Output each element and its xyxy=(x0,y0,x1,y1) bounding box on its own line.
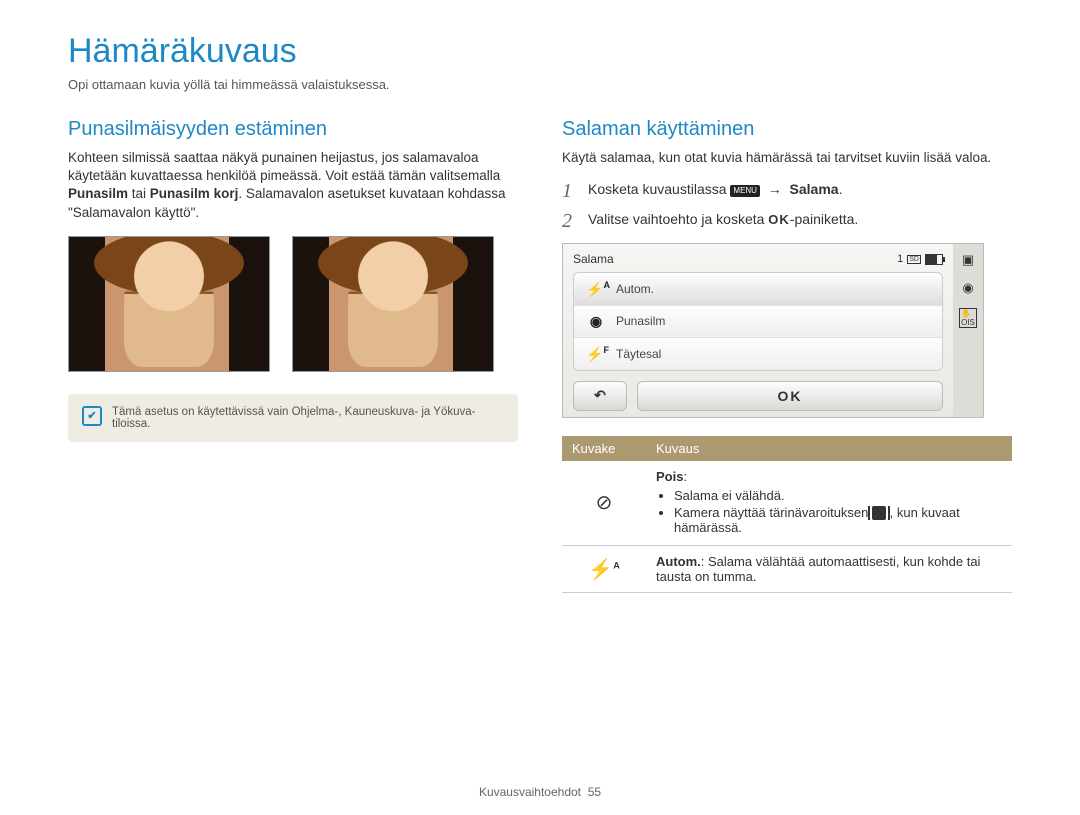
flash-option-redeye-label: Punasilm xyxy=(616,314,665,328)
flash-off-icon: ⊘ xyxy=(562,461,646,546)
page-subtitle: Opi ottamaan kuvia yöllä tai himmeässä v… xyxy=(68,77,1012,92)
camera-count: 1 xyxy=(897,253,903,265)
right-column: Salaman käyttäminen Käytä salamaa, kun o… xyxy=(562,118,1012,593)
step-1: 1 Kosketa kuvaustilassa MENU → Salama. xyxy=(562,181,1012,201)
side-redeye-icon: ◉ xyxy=(962,280,973,296)
camera-screen-illustration: Salama 1 SD A Autom. xyxy=(562,243,984,417)
table-head-icon: Kuvake xyxy=(562,436,646,461)
left-opt2: Punasilm korj xyxy=(150,186,239,201)
left-opt1: Punasilm xyxy=(68,186,128,201)
step-2-post: -painiketta. xyxy=(790,211,858,227)
step-2-pre: Valitse vaihtoehto ja kosketa xyxy=(588,211,768,227)
menu-icon: MENU xyxy=(730,185,760,197)
note-box: ✔ Tämä asetus on käytettävissä vain Ohje… xyxy=(68,394,518,442)
flash-option-auto-label: Autom. xyxy=(616,282,654,296)
right-intro: Käytä salamaa, kun otat kuvia hämärässä … xyxy=(562,149,1012,167)
table-head-desc: Kuvaus xyxy=(646,436,1012,461)
row1-bullet1: Salama ei välähdä. xyxy=(674,488,1002,503)
row1-bullet2: Kamera näyttää tärinävaroituksen , kun k… xyxy=(674,505,1002,536)
flash-option-auto[interactable]: A Autom. xyxy=(574,273,942,306)
redeye-icon xyxy=(586,313,606,330)
sd-card-icon: SD xyxy=(907,255,921,264)
left-para-mid: tai xyxy=(128,186,150,201)
ok-icon: OK xyxy=(768,212,790,227)
step-2: 2 Valitse vaihtoehto ja kosketa OK-paini… xyxy=(562,211,1012,231)
right-heading: Salaman käyttäminen xyxy=(562,118,1012,141)
battery-icon xyxy=(925,254,943,265)
table-row: A Autom.: Salama välähtää automaattisest… xyxy=(562,546,1012,593)
flash-option-fill-label: Täytesal xyxy=(616,347,661,361)
row2-desc: : Salama välähtää automaattisesti, kun k… xyxy=(656,554,980,584)
step-1-text: Kosketa kuvaustilassa xyxy=(588,181,730,197)
page-footer: Kuvausvaihtoehdot 55 xyxy=(0,785,1080,799)
step-2-number: 2 xyxy=(562,211,578,231)
photo-redeye xyxy=(68,236,270,372)
arrow-icon: → xyxy=(768,181,782,197)
photo-corrected xyxy=(292,236,494,372)
row2-title: Autom. xyxy=(656,554,701,569)
flash-auto-icon: A xyxy=(586,280,606,298)
camera-screen-title: Salama xyxy=(573,252,614,266)
page-title: Hämäräkuvaus xyxy=(68,32,1012,71)
left-column: Punasilmäisyyden estäminen Kohteen silmi… xyxy=(68,118,518,593)
shake-warning-icon xyxy=(872,506,886,520)
note-text: Tämä asetus on käytettävissä vain Ohjelm… xyxy=(112,406,504,430)
side-ois-icon: ✋OIS xyxy=(959,308,977,328)
left-paragraph: Kohteen silmissä saattaa näkyä punainen … xyxy=(68,149,518,222)
flash-option-redeye[interactable]: Punasilm xyxy=(574,306,942,338)
example-photo-row xyxy=(68,236,518,372)
footer-page-number: 55 xyxy=(588,785,601,799)
step-1-target: Salama xyxy=(790,181,839,197)
left-heading: Punasilmäisyyden estäminen xyxy=(68,118,518,141)
footer-section: Kuvausvaihtoehdot xyxy=(479,785,581,799)
info-icon: ✔ xyxy=(82,406,102,426)
flash-menu-list: A Autom. Punasilm F Täytesal xyxy=(573,272,943,370)
flash-fill-icon: F xyxy=(586,345,606,363)
camera-side-icons: ▣ ◉ ✋OIS xyxy=(953,244,983,416)
left-para-pre: Kohteen silmissä saattaa näkyä punainen … xyxy=(68,150,500,183)
flash-option-fill[interactable]: F Täytesal xyxy=(574,338,942,370)
ok-button[interactable]: OK xyxy=(637,381,943,411)
step-1-number: 1 xyxy=(562,181,578,201)
flash-options-table: Kuvake Kuvaus ⊘ Pois: Salama ei välähdä.… xyxy=(562,436,1012,594)
side-aspect-icon: ▣ xyxy=(962,252,974,268)
row1-title: Pois xyxy=(656,469,683,484)
flash-auto-table-icon: A xyxy=(562,546,646,593)
table-row: ⊘ Pois: Salama ei välähdä. Kamera näyttä… xyxy=(562,461,1012,546)
step-1-end: . xyxy=(839,181,843,197)
back-button[interactable]: ↶ xyxy=(573,381,627,411)
